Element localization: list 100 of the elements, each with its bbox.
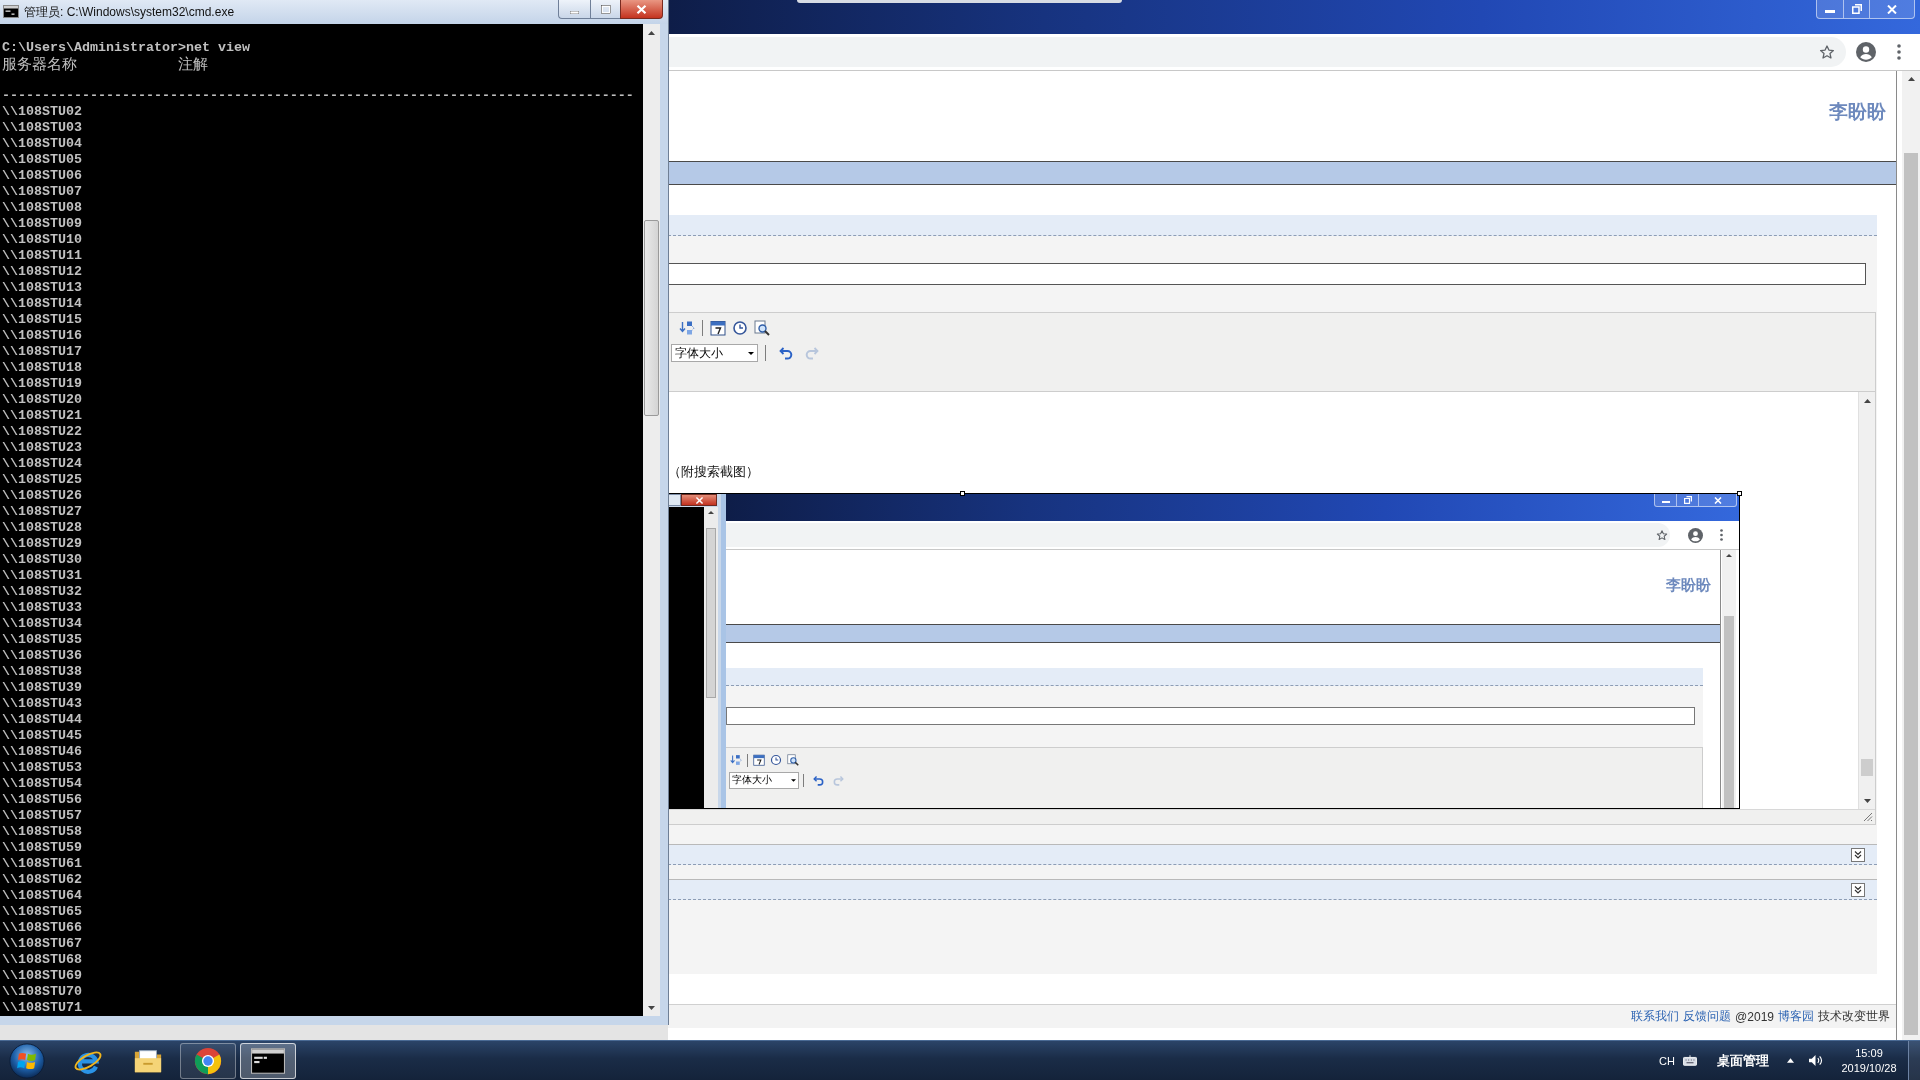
scrollbar-thumb[interactable] xyxy=(1861,759,1873,776)
account-icon[interactable] xyxy=(1856,42,1876,62)
show-desktop-button[interactable] xyxy=(1908,1041,1920,1080)
scroll-down-icon[interactable] xyxy=(1863,798,1871,803)
server-name: \\108STU23 xyxy=(2,440,83,456)
toggle-button[interactable] xyxy=(1851,882,1865,897)
caret-down-icon xyxy=(748,351,754,355)
maximize-button[interactable] xyxy=(590,0,620,19)
scroll-up-icon[interactable] xyxy=(648,30,655,35)
server-name: \\108STU58 xyxy=(2,824,83,840)
server-name: \\108STU28 xyxy=(2,520,83,536)
address-field[interactable] xyxy=(668,37,1846,67)
taskbar-app-button[interactable] xyxy=(240,1042,296,1079)
footer-link[interactable]: 博客园 xyxy=(1778,1008,1814,1025)
server-name: \\108STU15 xyxy=(2,312,83,328)
star-icon[interactable] xyxy=(1819,44,1835,60)
input-language-indicator[interactable]: CH xyxy=(1659,1054,1675,1067)
footer-link[interactable]: 反馈问题 xyxy=(1683,1008,1732,1025)
double-chevron-down-icon xyxy=(1854,885,1862,894)
title-input[interactable] xyxy=(668,263,1866,285)
toolbar-label[interactable]: 桌面管理 xyxy=(1717,1051,1769,1070)
server-name: \\108STU66 xyxy=(2,920,83,936)
column-header: 服务器名称 xyxy=(2,56,78,72)
font-size-select: 字体大小 xyxy=(729,771,799,789)
resize-handle[interactable] xyxy=(1737,491,1742,496)
close-button[interactable] xyxy=(620,0,663,19)
clock-icon xyxy=(770,754,782,766)
restore-button[interactable] xyxy=(1843,0,1869,19)
taskbar-app-button[interactable] xyxy=(180,1042,236,1079)
server-name: \\108STU19 xyxy=(2,376,83,392)
server-name: \\108STU38 xyxy=(2,664,83,680)
editor-text: （附搜索截图） xyxy=(668,463,760,481)
restore-icon xyxy=(1683,496,1692,504)
server-name: \\108STU67 xyxy=(2,936,83,952)
font-size-select[interactable]: 字体大小 xyxy=(671,344,758,362)
user-name: 李盼盼 xyxy=(1666,576,1711,593)
footer-text: @2019 xyxy=(1735,1009,1774,1024)
footer-link[interactable]: 联系我们 xyxy=(1631,1008,1680,1025)
server-name: \\108STU24 xyxy=(2,456,83,472)
minimize-icon xyxy=(1825,10,1835,13)
server-name: \\108STU56 xyxy=(2,792,83,808)
server-name: \\108STU33 xyxy=(2,600,83,616)
flag-orb-icon xyxy=(9,1042,45,1079)
server-name: \\108STU14 xyxy=(2,296,83,312)
server-name: \\108STU57 xyxy=(2,808,83,824)
resize-grip-icon[interactable] xyxy=(1863,812,1873,822)
page-magnifier-icon xyxy=(787,754,799,766)
embedded-screenshot[interactable]: 李盼盼 字体大小 xyxy=(668,494,1739,808)
server-name: \\108STU36 xyxy=(2,648,83,664)
minimize-button[interactable] xyxy=(558,0,590,19)
caret-down-icon xyxy=(791,778,796,782)
page-magnifier-icon[interactable] xyxy=(754,320,770,336)
server-name: \\108STU21 xyxy=(2,408,83,424)
command-line: C:\Users\Administrator>net view xyxy=(2,40,251,56)
window-title: 管理员: C:\Windows\system32\cmd.exe xyxy=(24,5,235,19)
restore-icon xyxy=(1851,4,1862,14)
clock-icon[interactable] xyxy=(732,320,748,336)
server-name: \\108STU07 xyxy=(2,184,83,200)
server-name: \\108STU30 xyxy=(2,552,83,568)
server-name: \\108STU39 xyxy=(2,680,83,696)
server-name: \\108STU09 xyxy=(2,216,83,232)
server-name: \\108STU69 xyxy=(2,968,83,984)
server-name: \\108STU44 xyxy=(2,712,83,728)
server-name: \\108STU17 xyxy=(2,344,83,360)
triangle-up-icon[interactable] xyxy=(1787,1058,1794,1063)
speaker-icon[interactable] xyxy=(1808,1054,1823,1067)
undo-icon[interactable] xyxy=(779,346,793,360)
server-name: \\108STU02 xyxy=(2,104,83,120)
resize-handle[interactable] xyxy=(960,491,965,496)
server-name: \\108STU62 xyxy=(2,872,83,888)
clock-time[interactable]: 15:09 xyxy=(1855,1045,1883,1061)
scroll-down-icon[interactable] xyxy=(648,1005,655,1010)
close-icon xyxy=(694,496,704,504)
scroll-up-icon[interactable] xyxy=(1907,77,1915,81)
server-name: \\108STU34 xyxy=(2,616,83,632)
server-name: \\108STU29 xyxy=(2,536,83,552)
server-name: \\108STU25 xyxy=(2,472,83,488)
segmented-circle-icon xyxy=(193,1045,223,1076)
server-name: \\108STU12 xyxy=(2,264,83,280)
server-name: \\108STU32 xyxy=(2,584,83,600)
scrollbar-thumb[interactable] xyxy=(1904,153,1918,1035)
sort-arrows-icon xyxy=(730,754,742,766)
user-name[interactable]: 李盼盼 xyxy=(1829,101,1886,123)
sort-arrows-icon[interactable] xyxy=(679,320,695,336)
scrollbar-thumb[interactable] xyxy=(644,220,659,416)
scroll-up-icon[interactable] xyxy=(1863,398,1871,403)
server-name: \\108STU46 xyxy=(2,744,83,760)
server-name: \\108STU35 xyxy=(2,632,83,648)
calendar-icon[interactable] xyxy=(710,320,726,336)
toggle-button[interactable] xyxy=(1851,847,1865,862)
clock-date[interactable]: 2019/10/28 xyxy=(1841,1060,1897,1076)
server-name: \\108STU27 xyxy=(2,504,83,520)
keyboard-icon[interactable] xyxy=(1683,1055,1697,1066)
server-name: \\108STU54 xyxy=(2,776,83,792)
server-name: \\108STU43 xyxy=(2,696,83,712)
menu-icon[interactable] xyxy=(1897,44,1901,60)
server-name: \\108STU20 xyxy=(2,392,83,408)
scroll-up-icon xyxy=(708,511,714,514)
server-name: \\108STU22 xyxy=(2,424,83,440)
server-name: \\108STU31 xyxy=(2,568,83,584)
